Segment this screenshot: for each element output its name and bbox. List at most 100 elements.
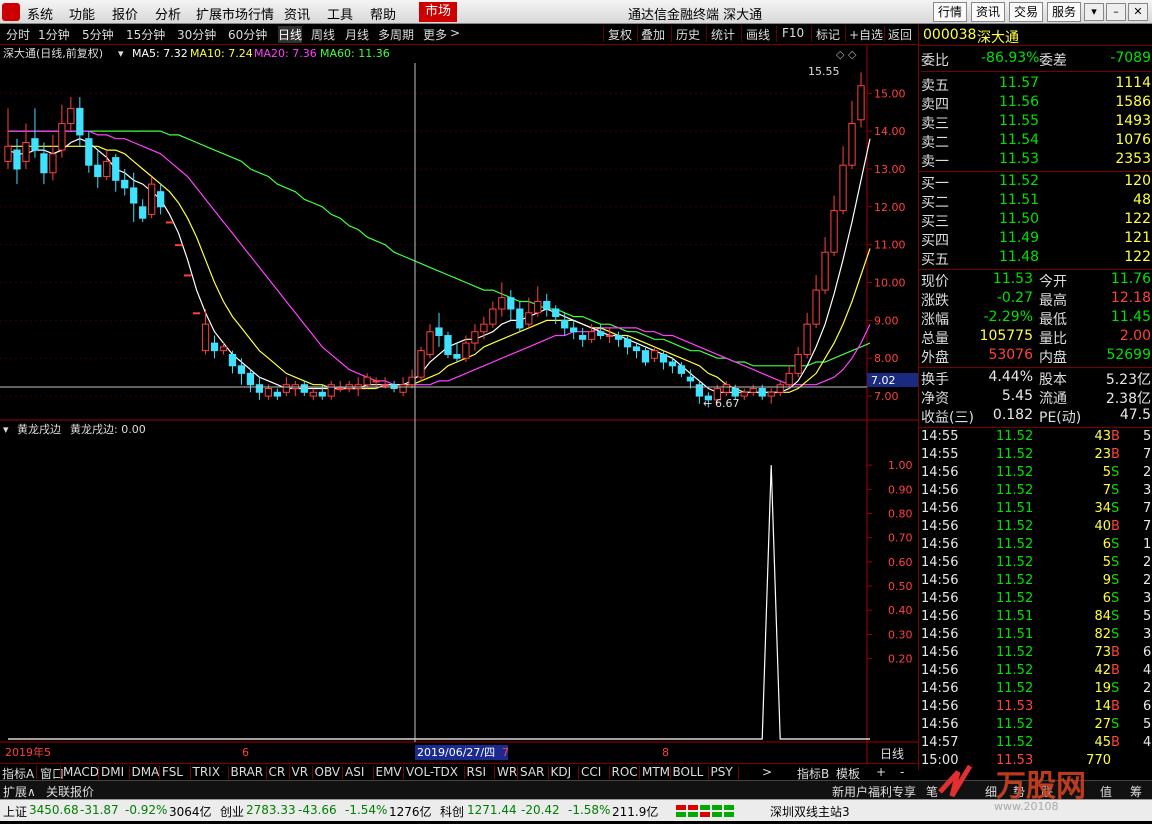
candle-body [740, 391, 748, 397]
minimize-icon[interactable]: – [1106, 3, 1126, 21]
indicator-tab-dmi[interactable]: DMI [101, 765, 124, 779]
candle-body [650, 350, 659, 359]
tab-zhi[interactable]: 值 [1100, 783, 1112, 800]
date-label-aug: 8 [662, 746, 669, 759]
ma-toggle-icon[interactable]: ▾ [118, 47, 124, 60]
new-user-promo[interactable]: 新用户福利专享 [832, 783, 916, 800]
menu-quote[interactable]: 报价 [112, 4, 138, 23]
weibi-value: -86.93% [981, 50, 1040, 66]
extend-toggle[interactable]: 扩展∧ [3, 783, 36, 800]
btn-tongji[interactable]: 统计 [711, 26, 735, 43]
period-30min[interactable]: 30分钟 [177, 26, 216, 43]
window-menu-icon[interactable]: ▾ [1084, 3, 1104, 21]
tick-count: 1 [1143, 537, 1152, 552]
btn-zixun[interactable]: 资讯 [971, 2, 1005, 22]
bid-row[interactable]: 买四 11.49 121 [921, 230, 1151, 249]
btn-back[interactable]: 返回 [888, 26, 912, 43]
menu-market[interactable]: 市场 [419, 2, 458, 22]
ask-row[interactable]: 卖三 11.55 1493 [921, 113, 1151, 132]
ask-row[interactable]: 卖二 11.54 1076 [921, 132, 1151, 151]
period-60min[interactable]: 60分钟 [228, 26, 267, 43]
stat-label: 最高 [1039, 293, 1067, 309]
menu-extended-market[interactable]: 扩展市场行情 [196, 4, 274, 23]
btn-zixuan[interactable]: +自选 [849, 26, 883, 43]
menu-tools[interactable]: 工具 [327, 4, 353, 23]
candle-body [758, 388, 766, 397]
indicator-tab-roc[interactable]: ROC [612, 765, 638, 779]
server-station[interactable]: 深圳双线主站3 [770, 803, 850, 820]
btn-hangqing[interactable]: 行情 [933, 2, 967, 22]
tick-time: 14:56 [921, 591, 959, 606]
indicator-tab-macd[interactable]: MACD [63, 765, 99, 779]
period-day[interactable]: 日线 [278, 26, 303, 43]
tab-lian[interactable]: 联 [1041, 783, 1053, 800]
ask-label: 卖二 [921, 135, 949, 151]
period-week[interactable]: 周线 [311, 26, 335, 43]
tick-side: B [1111, 663, 1120, 678]
period-5min[interactable]: 5分钟 [82, 26, 114, 43]
add-indicator-button[interactable]: + [876, 765, 886, 779]
indicator-tab-mtm[interactable]: MTM [642, 765, 670, 779]
indicator-more-icon[interactable]: > [762, 765, 772, 779]
diamond-icon[interactable]: ◇ ◇ [836, 48, 857, 61]
indicator-tab-psy[interactable]: PSY [711, 765, 733, 779]
menu-info[interactable]: 资讯 [284, 4, 310, 23]
btn-huaxian[interactable]: 画线 [746, 26, 770, 43]
indicator-tab-boll[interactable]: BOLL [673, 765, 704, 779]
indicator-tab-brar[interactable]: BRAR [231, 765, 264, 779]
btn-f10[interactable]: F10 [782, 26, 804, 40]
btn-lishi[interactable]: 历史 [676, 26, 700, 43]
period-more[interactable]: 更多 [423, 26, 447, 43]
btn-biaoji[interactable]: 标记 [816, 26, 840, 43]
ask-row[interactable]: 卖一 11.53 2353 [921, 151, 1151, 170]
tab-bi[interactable]: 笔 [926, 783, 938, 800]
period-1min[interactable]: 1分钟 [38, 26, 70, 43]
btn-jiaoyi[interactable]: 交易 [1009, 2, 1043, 22]
period-fenshi[interactable]: 分时 [6, 26, 30, 43]
indicator-toggle-icon[interactable]: ▾ [3, 423, 9, 436]
btn-diejia[interactable]: 叠加 [641, 26, 665, 43]
indicator-tab-asi[interactable]: ASI [345, 765, 364, 779]
indicator-tab-kdj[interactable]: KDJ [551, 765, 572, 779]
period-multi[interactable]: 多周期 [378, 26, 414, 43]
indicator-tab-obv[interactable]: OBV [315, 765, 341, 779]
indicator-tab-sar[interactable]: SAR [520, 765, 544, 779]
indicator-tab-rsi[interactable]: RSI [467, 765, 487, 779]
indicator-tab-emv[interactable]: EMV [376, 765, 402, 779]
close-icon[interactable]: ✕ [1128, 3, 1148, 21]
tab-chou[interactable]: 筹 [1130, 783, 1142, 800]
kline-chart[interactable]: 7.02 深大通(日线,前复权) ▾ MA5: 7.32 MA10: 7.24 … [0, 45, 918, 763]
ask-row[interactable]: 卖四 11.56 1586 [921, 94, 1151, 113]
ask-row[interactable]: 卖五 11.57 1114 [921, 75, 1151, 94]
menu-analysis[interactable]: 分析 [155, 4, 181, 23]
candle [183, 274, 192, 277]
tab-xi[interactable]: 细 [985, 783, 997, 800]
tab-shi[interactable]: 势 [1013, 783, 1025, 800]
related-quote-tab[interactable]: 关联报价 [46, 783, 94, 800]
bid-row[interactable]: 买五 11.48 122 [921, 249, 1151, 268]
btn-fuquan[interactable]: 复权 [608, 26, 632, 43]
btn-fuwu[interactable]: 服务 [1047, 2, 1081, 22]
tick-price: 11.51 [996, 609, 1034, 624]
indicator-tab-wr[interactable]: WR [497, 765, 517, 779]
indicator-tab-cci[interactable]: CCI [581, 765, 601, 779]
indicator-tick-label: 0.30 [888, 628, 913, 641]
period-15min[interactable]: 15分钟 [126, 26, 165, 43]
menu-function[interactable]: 功能 [69, 4, 95, 23]
indicator-tab-vol-tdx[interactable]: VOL-TDX [406, 765, 458, 779]
bid-row[interactable]: 买一 11.52 120 [921, 173, 1151, 192]
indicator-tab-fsl[interactable]: FSL [162, 765, 183, 779]
indicator-tab-cr[interactable]: CR [269, 765, 286, 779]
indicator-tab-dma[interactable]: DMA [132, 765, 160, 779]
period-more-icon[interactable]: > [450, 26, 460, 40]
period-month[interactable]: 月线 [345, 26, 369, 43]
stat-value: 4.44% [988, 369, 1033, 385]
indicator-tab-trix[interactable]: TRIX [193, 765, 220, 779]
bid-row[interactable]: 买二 11.51 48 [921, 192, 1151, 211]
menu-system[interactable]: 系统 [27, 4, 53, 23]
menu-help[interactable]: 帮助 [370, 4, 396, 23]
remove-indicator-button[interactable]: - [900, 765, 904, 779]
indicator-tab-vr[interactable]: VR [292, 765, 309, 779]
bid-row[interactable]: 买三 11.50 122 [921, 211, 1151, 230]
stat-label: 收益(三) [921, 410, 974, 426]
